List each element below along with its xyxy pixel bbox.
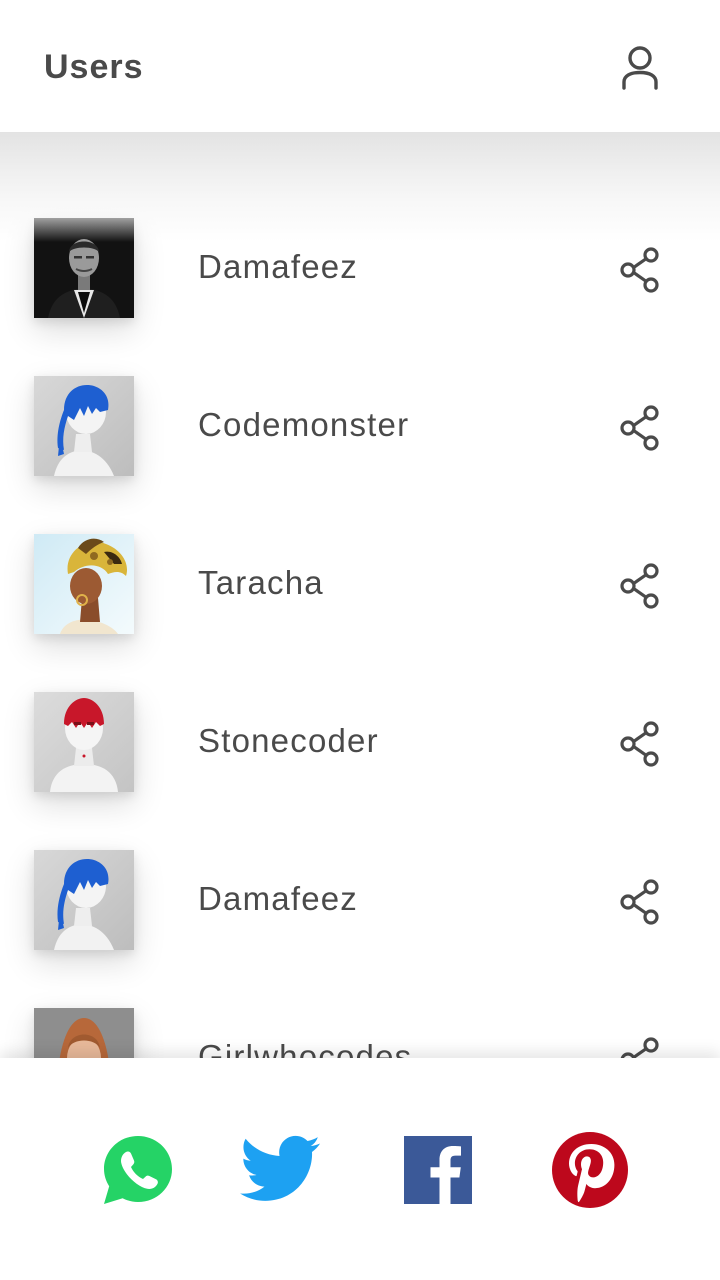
facebook-button[interactable] xyxy=(396,1128,480,1212)
list-item[interactable]: Taracha xyxy=(0,534,720,692)
twitter-button[interactable] xyxy=(238,1128,322,1212)
user-name: Girlwhocodes xyxy=(198,1038,413,1058)
share-icon xyxy=(620,721,659,767)
page-title: Users xyxy=(44,48,144,86)
profile-button[interactable] xyxy=(612,40,668,96)
share-icon xyxy=(620,247,659,293)
list-item[interactable]: Codemonster xyxy=(0,376,720,534)
user-name: Damafeez xyxy=(198,248,359,285)
social-share-bar xyxy=(0,1058,720,1280)
avatar[interactable] xyxy=(34,1008,134,1058)
share-button[interactable] xyxy=(614,244,666,296)
share-button[interactable] xyxy=(614,1034,666,1058)
avatar[interactable] xyxy=(34,850,134,950)
users-screen: Users Damafeez Codemonster Taracha Stone… xyxy=(0,0,720,1280)
app-header: Users xyxy=(0,0,720,132)
avatar[interactable] xyxy=(34,692,134,792)
share-button[interactable] xyxy=(614,402,666,454)
share-icon xyxy=(620,1037,659,1058)
avatar[interactable] xyxy=(34,218,134,318)
share-button[interactable] xyxy=(614,560,666,612)
list-item[interactable]: Damafeez xyxy=(0,218,720,376)
list-item[interactable]: Girlwhocodes xyxy=(0,1008,720,1058)
user-name: Codemonster xyxy=(198,406,410,443)
user-name: Damafeez xyxy=(198,880,359,917)
user-outline-icon xyxy=(622,46,658,90)
twitter-icon xyxy=(240,1135,321,1201)
share-button[interactable] xyxy=(614,876,666,928)
share-icon xyxy=(620,405,659,451)
list-item[interactable]: Damafeez xyxy=(0,850,720,1008)
share-button[interactable] xyxy=(614,718,666,770)
facebook-icon xyxy=(404,1136,472,1204)
user-name: Stonecoder xyxy=(198,722,379,759)
whatsapp-button[interactable] xyxy=(96,1128,180,1212)
pinterest-icon xyxy=(552,1132,628,1208)
list-item[interactable]: Stonecoder xyxy=(0,692,720,850)
share-icon xyxy=(620,563,659,609)
whatsapp-icon xyxy=(104,1136,172,1204)
avatar[interactable] xyxy=(34,376,134,476)
pinterest-button[interactable] xyxy=(548,1128,632,1212)
share-icon xyxy=(620,879,659,925)
user-list[interactable]: Damafeez Codemonster Taracha Stonecoder … xyxy=(0,132,720,1058)
avatar[interactable] xyxy=(34,534,134,634)
user-name: Taracha xyxy=(198,564,324,601)
